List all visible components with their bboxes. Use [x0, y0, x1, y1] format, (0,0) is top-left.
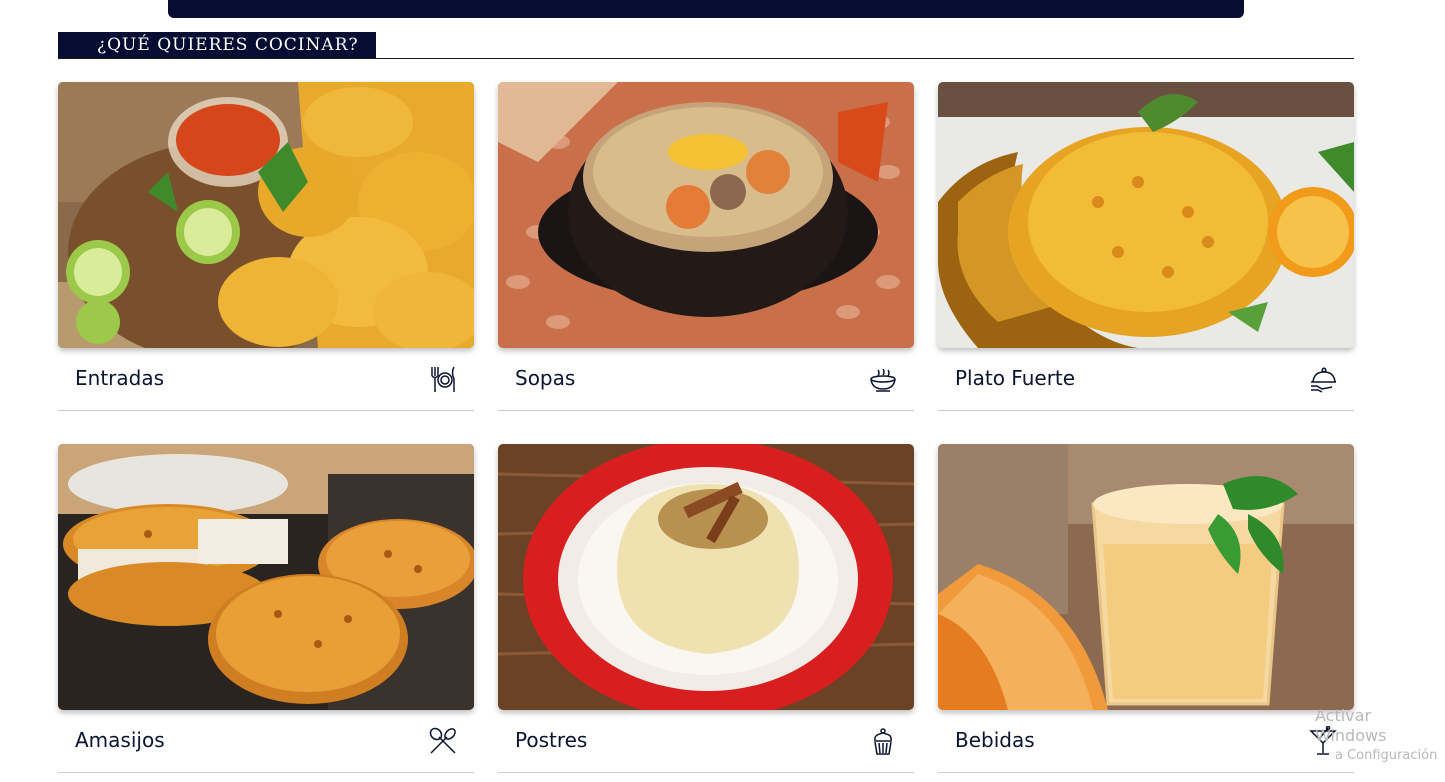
windows-activation-watermark: Activar Windows a Configuración: [1315, 706, 1445, 766]
sopas-footer: Sopas: [498, 348, 914, 411]
category-label: Bebidas: [955, 728, 1035, 752]
amasijos-image[interactable]: [58, 444, 474, 710]
cupcake-icon: [874, 728, 892, 755]
category-card-sopas[interactable]: Sopas: [498, 82, 914, 411]
category-label: Entradas: [75, 366, 165, 390]
entradas-image[interactable]: [58, 82, 474, 348]
category-card-amasijos[interactable]: Amasijos: [58, 444, 474, 773]
category-card-postres[interactable]: Postres: [498, 444, 914, 773]
category-label: Postres: [515, 728, 588, 752]
postres-footer: Postres: [498, 710, 914, 773]
plato-fuerte-image[interactable]: [938, 82, 1354, 348]
soup-bowl-icon: [870, 368, 896, 392]
postres-image[interactable]: [498, 444, 914, 710]
utensils-plate-icon: [431, 366, 455, 392]
bebidas-image[interactable]: [938, 444, 1354, 710]
top-banner-bar: [168, 0, 1244, 18]
category-label: Plato Fuerte: [955, 366, 1076, 390]
whisk-spoon-icon: [429, 727, 456, 754]
category-grid: Entradas Sopas Plato Fuerte Amasijos Pos…: [58, 82, 1354, 773]
category-label: Sopas: [515, 366, 576, 390]
amasijos-footer: Amasijos: [58, 710, 474, 773]
watermark-line2: a Configuración: [1335, 748, 1438, 763]
serving-cloche-icon: [1311, 367, 1336, 393]
category-card-entradas[interactable]: Entradas: [58, 82, 474, 411]
category-card-plato-fuerte[interactable]: Plato Fuerte: [938, 82, 1354, 411]
section-header: ¿QUÉ QUIERES COCINAR?: [58, 32, 1354, 59]
section-title: ¿QUÉ QUIERES COCINAR?: [58, 32, 376, 58]
category-card-bebidas[interactable]: Bebidas: [938, 444, 1354, 773]
sopas-image[interactable]: [498, 82, 914, 348]
bebidas-footer: Bebidas: [938, 710, 1354, 773]
category-label: Amasijos: [75, 728, 165, 752]
entradas-footer: Entradas: [58, 348, 474, 411]
plato-fuerte-footer: Plato Fuerte: [938, 348, 1354, 411]
watermark-line1: Activar Windows: [1315, 706, 1387, 745]
